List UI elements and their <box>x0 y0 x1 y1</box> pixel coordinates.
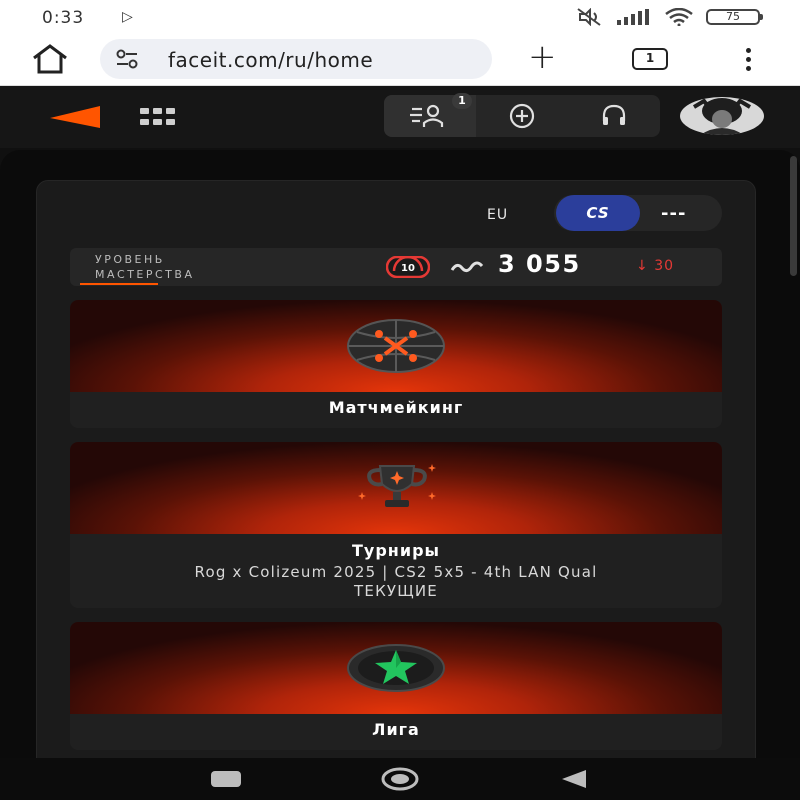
tournament-status: ТЕКУЩИЕ <box>354 582 438 600</box>
tab-count: 1 <box>645 51 655 65</box>
menu-icon[interactable] <box>738 46 758 74</box>
tournament-name: Rog x Colizeum 2025 | CS2 5x5 - 4th LAN … <box>194 563 598 581</box>
league-title: Лига <box>372 720 420 739</box>
home-circle-icon[interactable] <box>380 767 420 791</box>
matchmaking-title: Матчмейкинг <box>328 398 464 417</box>
elo-wave-icon <box>450 261 484 273</box>
skill-level-icon: 10 <box>386 256 430 278</box>
tournaments-title: Турниры <box>352 541 440 560</box>
elo-change: ↓ 30 <box>636 258 675 274</box>
system-nav-bar <box>0 758 800 800</box>
signal-icon <box>617 9 649 25</box>
cast-icon: ▷ <box>122 9 133 25</box>
home-icon[interactable] <box>30 44 70 74</box>
status-bar: 0:33 ▷ 75 <box>0 0 800 34</box>
league-star-icon <box>347 644 445 692</box>
apps-grid-icon[interactable] <box>140 108 176 126</box>
trophy-icon <box>358 464 436 507</box>
mastery-underline <box>80 283 158 285</box>
tabs-icon[interactable]: 1 <box>632 48 668 70</box>
game-label: CS <box>586 204 610 222</box>
avatar[interactable] <box>680 97 764 135</box>
recents-icon[interactable] <box>211 771 241 787</box>
elo-value: 3 055 <box>498 250 581 278</box>
battery-level: 75 <box>726 10 740 23</box>
friends-icon <box>410 104 444 127</box>
address-bar[interactable]: faceit.com/ru/home <box>100 39 492 79</box>
site-settings-icon[interactable] <box>116 49 138 69</box>
headset-icon <box>602 104 626 125</box>
mute-icon <box>577 8 601 26</box>
elo-change-value: 30 <box>654 258 675 274</box>
faceit-logo[interactable] <box>50 106 102 128</box>
new-tab-icon[interactable]: + <box>528 40 557 74</box>
skill-level-value: 10 <box>401 263 415 274</box>
game-extra: --- <box>661 203 687 224</box>
app-header: 1 <box>0 86 800 148</box>
region-label[interactable]: EU <box>487 207 508 223</box>
status-time: 0:33 <box>42 8 85 28</box>
mastery-label-line2: МАСТЕРСТВА <box>95 268 195 281</box>
tournaments-card[interactable]: Турниры Rog x Colizeum 2025 | CS2 5x5 - … <box>70 442 722 608</box>
matchmaking-card[interactable]: Матчмейкинг <box>70 300 722 428</box>
support-button[interactable] <box>568 95 660 137</box>
mastery-label: УРОВЕНЬ МАСТЕРСТВА <box>95 252 275 282</box>
league-card[interactable]: Лига <box>70 622 722 750</box>
add-button[interactable] <box>476 95 568 137</box>
status-icons: 75 <box>576 8 763 26</box>
back-icon[interactable] <box>560 769 588 789</box>
mastery-label-line1: УРОВЕНЬ <box>95 253 165 266</box>
cs-game-badge[interactable]: CS <box>556 195 640 231</box>
matchmaking-globe-icon <box>347 319 445 373</box>
url-text[interactable]: faceit.com/ru/home <box>168 48 373 72</box>
browser-toolbar: faceit.com/ru/home + 1 <box>0 34 800 86</box>
battery-icon: 75 <box>706 9 763 25</box>
add-icon <box>509 103 535 129</box>
notification-badge: 1 <box>452 93 472 109</box>
wifi-icon <box>665 8 693 26</box>
header-actions <box>384 95 660 137</box>
scrollbar[interactable] <box>790 156 797 276</box>
